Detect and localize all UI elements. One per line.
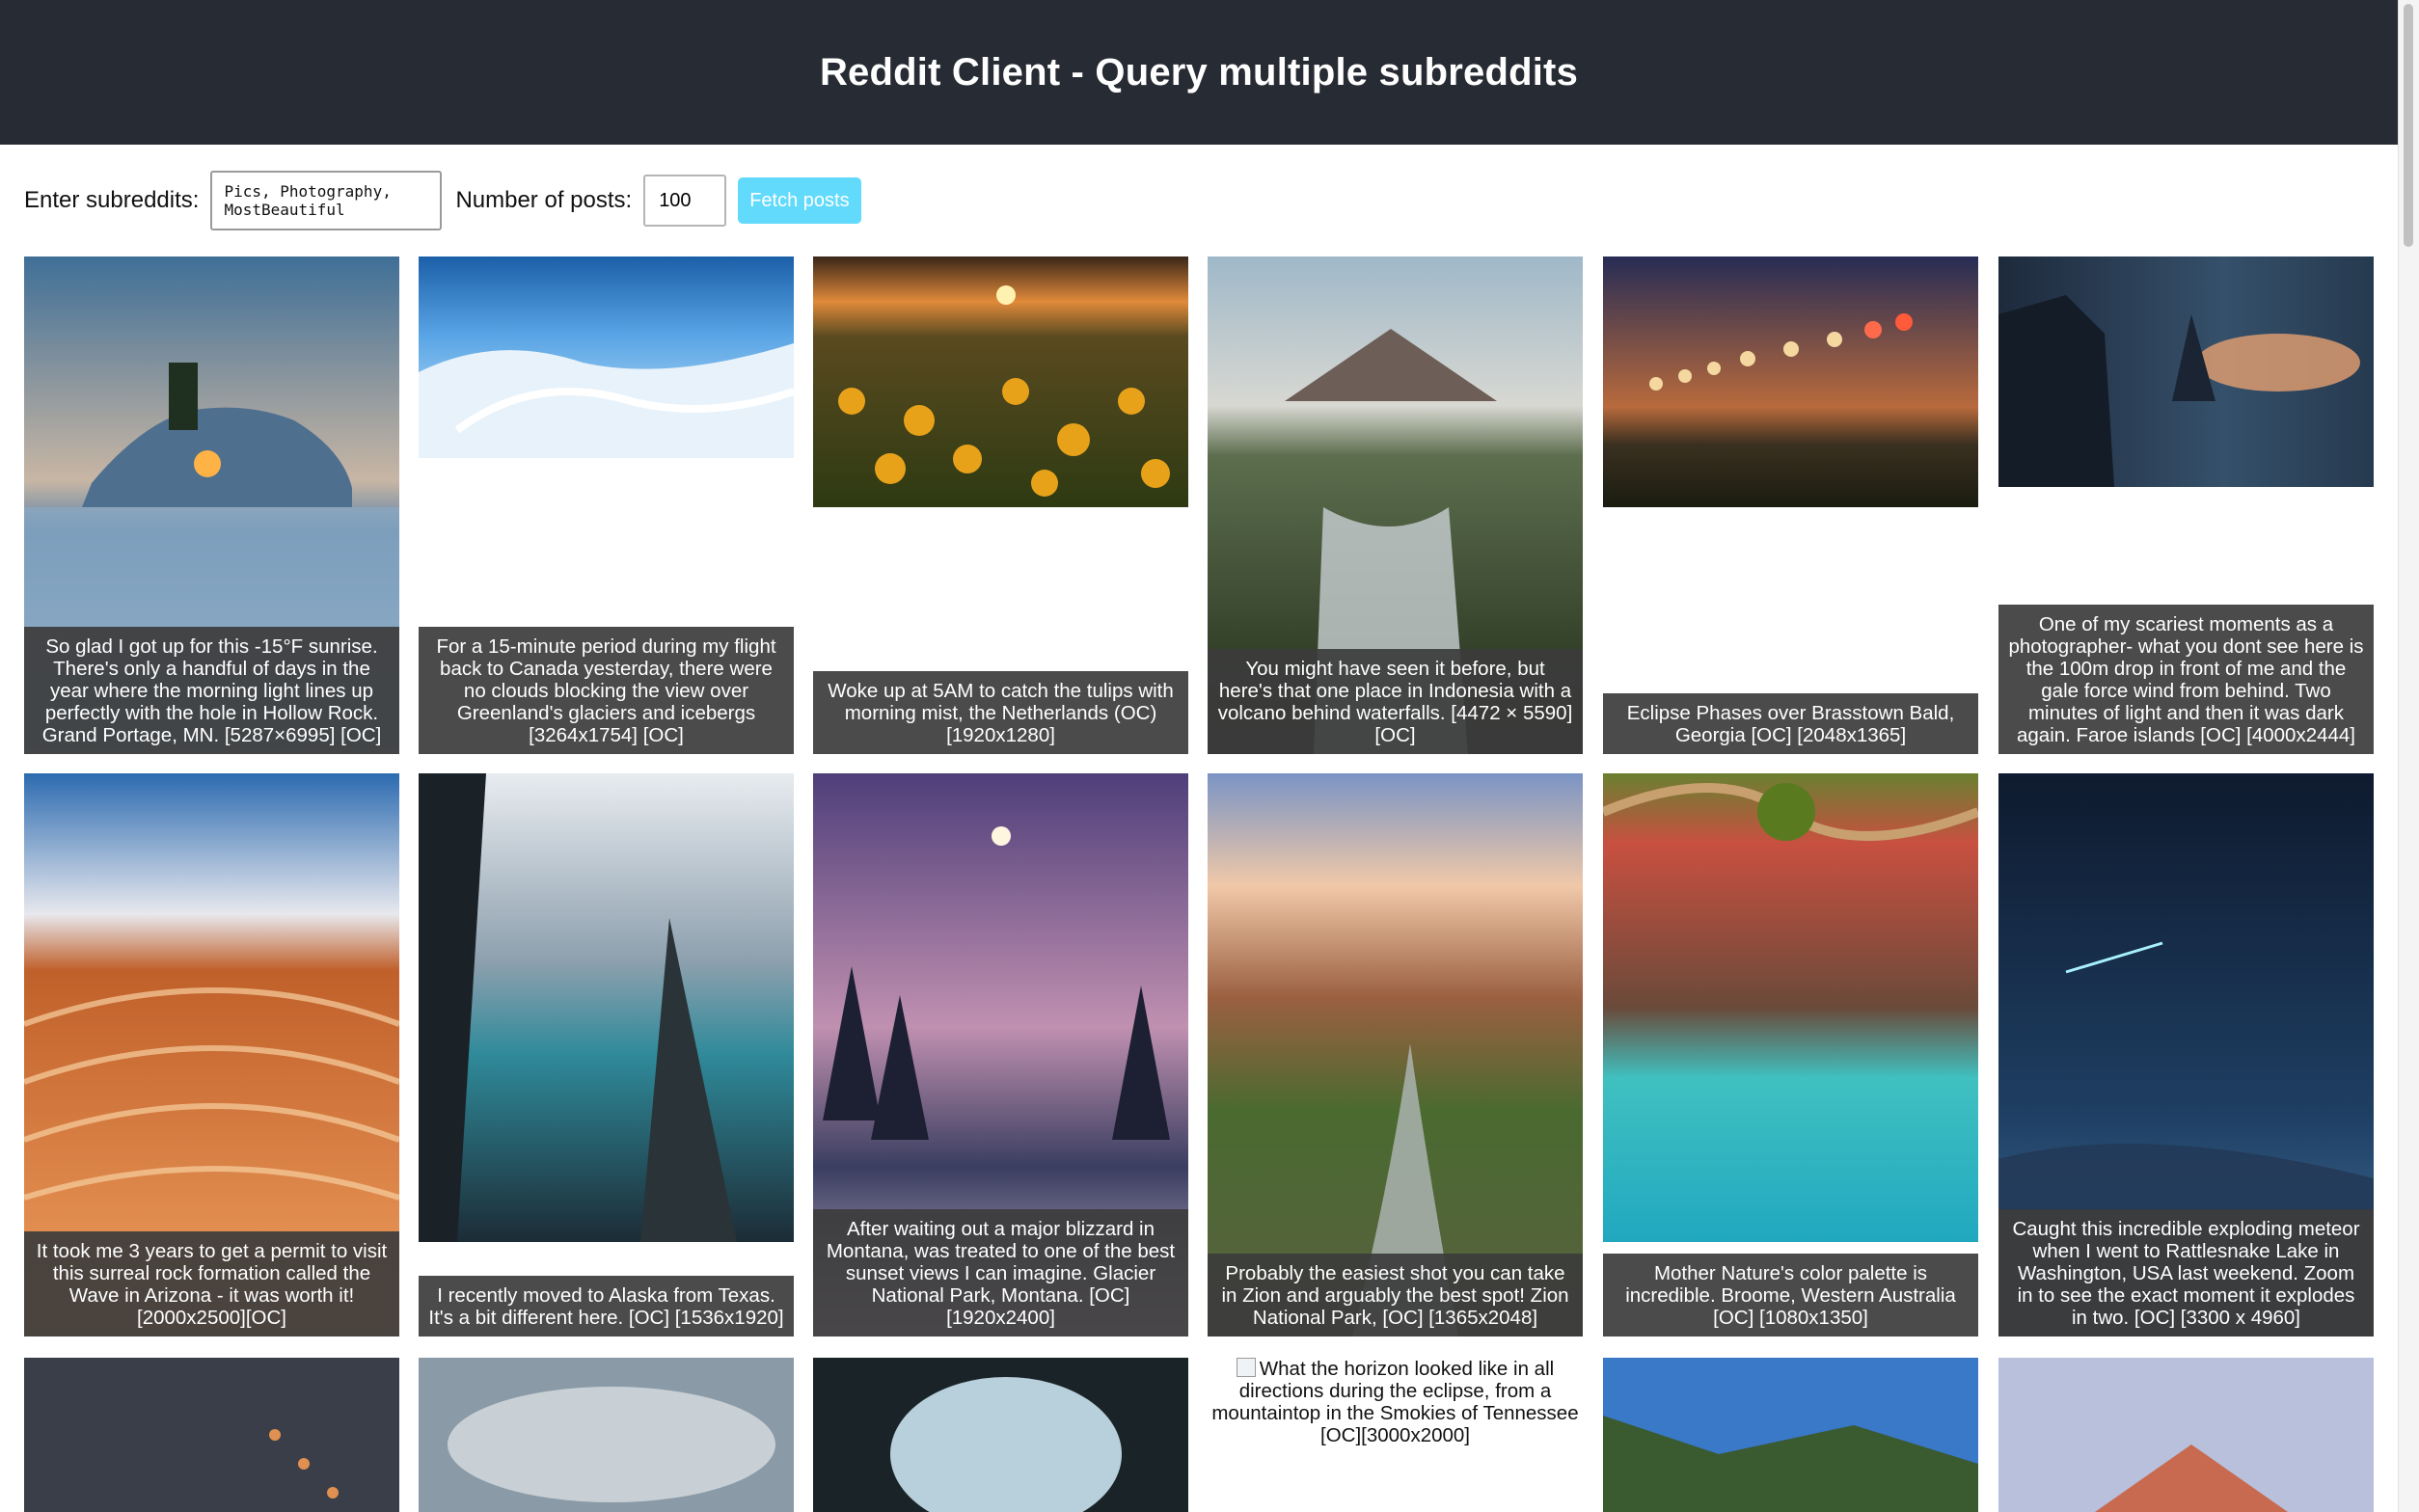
post-image — [1603, 256, 1978, 507]
subreddits-label: Enter subreddits: — [24, 187, 200, 213]
post-image — [419, 1358, 794, 1512]
post-card[interactable]: I recently moved to Alaska from Texas. I… — [419, 773, 794, 1336]
post-card[interactable]: Probably the easiest shot you can take i… — [1208, 773, 1583, 1336]
post-card[interactable]: After waiting out a major blizzard in Mo… — [813, 773, 1188, 1336]
post-caption: Eclipse Phases over Brasstown Bald, Geor… — [1603, 693, 1978, 754]
query-controls: Enter subreddits: Number of posts: Fetch… — [24, 169, 861, 232]
broken-image-icon — [1236, 1358, 1256, 1377]
post-caption: Mother Nature's color palette is incredi… — [1603, 1254, 1978, 1336]
post-card[interactable] — [1603, 1358, 1978, 1512]
post-image — [813, 1358, 1188, 1512]
app-header: Reddit Client - Query multiple subreddit… — [0, 0, 2398, 145]
post-image — [813, 256, 1188, 507]
scrollbar-thumb[interactable] — [2404, 4, 2413, 247]
post-image-alt-text: What the horizon looked like in all dire… — [1211, 1358, 1579, 1446]
post-image — [1603, 773, 1978, 1242]
post-image — [1998, 1358, 2374, 1512]
post-image — [1208, 773, 1583, 1336]
post-caption: It took me 3 years to get a permit to vi… — [24, 1231, 399, 1336]
post-card[interactable] — [419, 1358, 794, 1512]
post-image — [24, 1358, 399, 1512]
post-card[interactable]: One of my scariest moments as a photogra… — [1998, 256, 2374, 754]
post-card[interactable]: Caught this incredible exploding meteor … — [1998, 773, 2374, 1336]
post-card[interactable]: Mother Nature's color palette is incredi… — [1603, 773, 1978, 1336]
posts-count-label: Number of posts: — [455, 187, 633, 213]
post-card[interactable]: It took me 3 years to get a permit to vi… — [24, 773, 399, 1336]
post-caption: Woke up at 5AM to catch the tulips with … — [813, 671, 1188, 754]
post-caption: Caught this incredible exploding meteor … — [1998, 1209, 2374, 1336]
post-image — [1603, 1358, 1978, 1512]
page-title: Reddit Client - Query multiple subreddit… — [819, 50, 1579, 94]
post-card[interactable] — [24, 1358, 399, 1512]
fetch-posts-button[interactable]: Fetch posts — [738, 177, 861, 224]
post-card[interactable] — [1998, 1358, 2374, 1512]
post-caption: One of my scariest moments as a photogra… — [1998, 605, 2374, 754]
post-caption: For a 15-minute period during my flight … — [419, 627, 794, 754]
posts-count-input[interactable] — [643, 175, 727, 227]
post-image — [419, 773, 794, 1242]
post-card[interactable] — [813, 1358, 1188, 1512]
post-image — [1998, 256, 2374, 487]
post-card[interactable]: Woke up at 5AM to catch the tulips with … — [813, 256, 1188, 754]
post-caption: You might have seen it before, but here'… — [1208, 649, 1583, 754]
post-caption: Probably the easiest shot you can take i… — [1208, 1254, 1583, 1336]
post-caption: So glad I got up for this -15°F sunrise.… — [24, 627, 399, 754]
post-card[interactable]: For a 15-minute period during my flight … — [419, 256, 794, 754]
post-image-broken[interactable]: What the horizon looked like in all dire… — [1208, 1358, 1583, 1446]
post-card[interactable]: You might have seen it before, but here'… — [1208, 256, 1583, 754]
post-card[interactable]: So glad I got up for this -15°F sunrise.… — [24, 256, 399, 754]
post-image — [419, 256, 794, 458]
post-card[interactable]: Eclipse Phases over Brasstown Bald, Geor… — [1603, 256, 1978, 754]
post-caption: I recently moved to Alaska from Texas. I… — [419, 1276, 794, 1336]
subreddits-input[interactable] — [210, 171, 443, 230]
post-caption: After waiting out a major blizzard in Mo… — [813, 1209, 1188, 1336]
